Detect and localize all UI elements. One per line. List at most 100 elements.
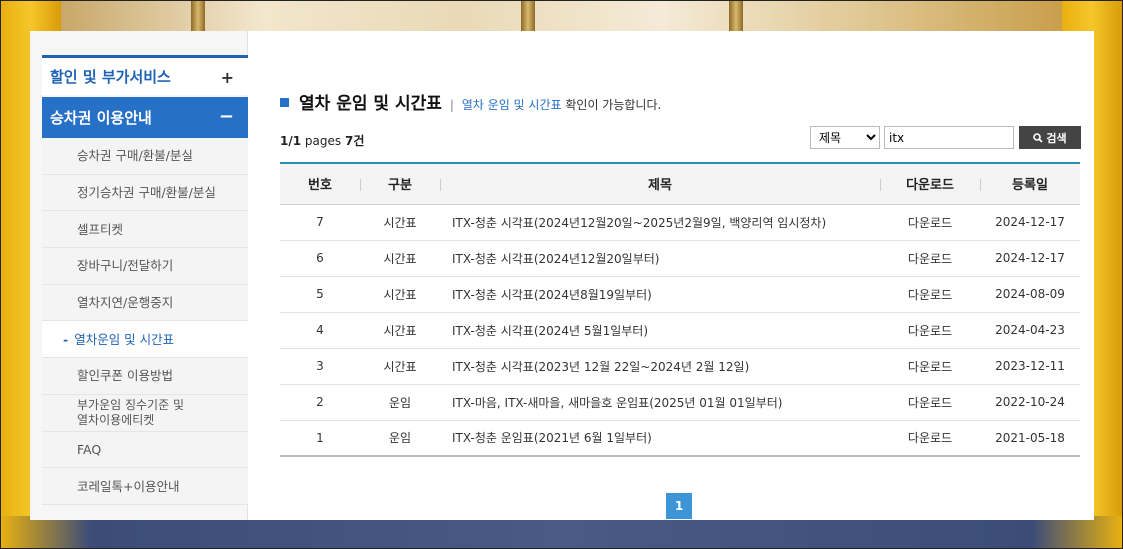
cell-type: 시간표 [360, 276, 440, 313]
table-row: 6 시간표 ITX-청춘 시각표(2024년12월20일부터) 다운로드 202… [280, 240, 1080, 277]
sidebar-sub-item-label: 승차권 구매/환불/분실 [77, 148, 193, 164]
main-content: 열차 운임 및 시간표 | 열차 운임 및 시간표 확인이 가능합니다. 1/1… [280, 31, 1081, 520]
header-download: 다운로드 [880, 163, 980, 205]
timetable-list: 번호 구분 제목 다운로드 등록일 7 시간표 ITX-청춘 시각표(2024년… [280, 162, 1080, 457]
cell-number: 6 [280, 240, 360, 277]
cell-number: 7 [280, 204, 360, 241]
header-number: 번호 [280, 163, 360, 205]
table-row: 3 시간표 ITX-청춘 시각표(2023년 12월 22일~2024년 2월 … [280, 348, 1080, 385]
sidebar-item-label: 승차권 이용안내 [50, 109, 152, 127]
search-input[interactable] [884, 126, 1014, 149]
search-icon [1033, 132, 1044, 143]
sidebar-sub-item-selected[interactable]: - 열차운임 및 시간표 [42, 321, 248, 359]
page-title: 열차 운임 및 시간표 [299, 94, 442, 114]
cell-title-link[interactable]: ITX-청춘 시각표(2023년 12월 22일~2024년 2월 12일) [440, 348, 880, 385]
description-separator: | [449, 98, 454, 112]
cell-title-link[interactable]: ITX-청춘 운임표(2021년 6월 1일부터) [440, 420, 880, 457]
cell-type: 운임 [360, 420, 440, 457]
sidebar: 할인 및 부가서비스 + 승차권 이용안내 − 승차권 구매/환불/분실 정기승… [30, 31, 248, 520]
background-floor [1, 516, 1122, 548]
sidebar-item-ticket-guide[interactable]: 승차권 이용안내 − [42, 97, 248, 138]
search-field-select[interactable]: 제목 [810, 126, 880, 149]
table-row: 4 시간표 ITX-청춘 시각표(2024년 5월1일부터) 다운로드 2024… [280, 312, 1080, 349]
search-button[interactable]: 검색 [1019, 126, 1081, 149]
cell-number: 3 [280, 348, 360, 385]
cell-date: 2024-04-23 [980, 312, 1080, 349]
sidebar-item-discount-services[interactable]: 할인 및 부가서비스 + [42, 55, 248, 95]
description-text: 확인이 가능합니다. [565, 98, 662, 112]
page-current: 1/1 [280, 134, 302, 148]
sidebar-sub-item[interactable]: 열차지연/운행중지 [42, 284, 248, 322]
selected-dash-icon: - [63, 331, 69, 347]
page-description: | 열차 운임 및 시간표 확인이 가능합니다. [450, 96, 661, 113]
download-link[interactable]: 다운로드 [880, 204, 980, 241]
collapse-minus-icon[interactable]: − [219, 106, 234, 127]
cell-title-link[interactable]: ITX-청춘 시각표(2024년12월20일~2025년2월9일, 백양리역 임… [440, 204, 880, 241]
table-row: 1 운임 ITX-청춘 운임표(2021년 6월 1일부터) 다운로드 2021… [280, 420, 1080, 457]
sidebar-sub-item[interactable]: FAQ [42, 431, 248, 469]
sidebar-sub-item-label: 할인쿠폰 이용방법 [77, 368, 173, 384]
sidebar-sub-item[interactable]: 부가운임 징수기준 및 열차이용에티켓 [42, 394, 248, 432]
sidebar-sub-item-label: 정기승차권 구매/환불/분실 [77, 185, 216, 201]
sidebar-sub-item-label: 코레일톡+이용안내 [77, 478, 180, 494]
cell-number: 1 [280, 420, 360, 457]
sidebar-sub-item-label: 부가운임 징수기준 및 열차이용에티켓 [77, 397, 184, 427]
sidebar-sub-item[interactable]: 장바구니/전달하기 [42, 248, 248, 285]
sidebar-sub-item-label: FAQ [77, 441, 102, 457]
sidebar-sub-item-label: 열차지연/운행중지 [77, 295, 174, 311]
cell-type: 시간표 [360, 312, 440, 349]
cell-date: 2021-05-18 [980, 420, 1080, 457]
page-word: pages [304, 134, 342, 148]
background-ceiling [61, 1, 1062, 33]
cell-date: 2024-08-09 [980, 276, 1080, 313]
table-row: 2 운임 ITX-마음, ITX-새마을, 새마을호 운임표(2025년 01월… [280, 384, 1080, 421]
cell-date: 2022-10-24 [980, 384, 1080, 421]
expand-plus-icon[interactable]: + [221, 68, 234, 87]
header-date: 등록일 [980, 163, 1080, 205]
sidebar-sub-item[interactable]: 승차권 구매/환불/분실 [42, 138, 248, 175]
sidebar-sub-item[interactable]: 정기승차권 구매/환불/분실 [42, 174, 248, 212]
download-link[interactable]: 다운로드 [880, 420, 980, 457]
cell-type: 시간표 [360, 204, 440, 241]
search-button-label: 검색 [1046, 131, 1067, 145]
title-square-icon [280, 98, 289, 107]
cell-number: 2 [280, 384, 360, 421]
cell-title-link[interactable]: ITX-청춘 시각표(2024년 5월1일부터) [440, 312, 880, 349]
sidebar-sub-item[interactable]: 셀프티켓 [42, 211, 248, 249]
background-pole [191, 1, 205, 35]
sidebar-item-label: 할인 및 부가서비스 [50, 68, 171, 86]
result-count: 7건 [344, 134, 365, 148]
sidebar-sub-item-label: 열차운임 및 시간표 [74, 331, 175, 347]
download-link[interactable]: 다운로드 [880, 312, 980, 349]
cell-date: 2024-12-17 [980, 240, 1080, 277]
cell-date: 2024-12-17 [980, 204, 1080, 241]
sidebar-sub-item[interactable]: 코레일톡+이용안내 [42, 468, 248, 505]
cell-title-link[interactable]: ITX-마음, ITX-새마을, 새마을호 운임표(2025년 01월 01일부… [440, 384, 880, 421]
header-type: 구분 [360, 163, 440, 205]
cell-number: 4 [280, 312, 360, 349]
header-title: 제목 [440, 163, 880, 205]
download-link[interactable]: 다운로드 [880, 276, 980, 313]
download-link[interactable]: 다운로드 [880, 348, 980, 385]
page-info: 1/1 pages 7건 [280, 132, 364, 149]
cell-type: 운임 [360, 384, 440, 421]
cell-number: 5 [280, 276, 360, 313]
sidebar-sub-item-label: 셀프티켓 [77, 221, 124, 237]
background-pole [729, 1, 743, 35]
cell-type: 시간표 [360, 348, 440, 385]
cell-type: 시간표 [360, 240, 440, 277]
cell-title-link[interactable]: ITX-청춘 시각표(2024년8월19일부터) [440, 276, 880, 313]
sidebar-sub-item[interactable]: 할인쿠폰 이용방법 [42, 358, 248, 395]
table-row: 5 시간표 ITX-청춘 시각표(2024년8월19일부터) 다운로드 2024… [280, 276, 1080, 313]
cell-date: 2023-12-11 [980, 348, 1080, 385]
table-header-row: 번호 구분 제목 다운로드 등록일 [280, 163, 1080, 205]
download-link[interactable]: 다운로드 [880, 240, 980, 277]
search-bar: 제목 검색 [810, 126, 1081, 149]
background-pole [521, 1, 535, 35]
sidebar-sub-menu: 승차권 구매/환불/분실 정기승차권 구매/환불/분실 셀프티켓 장바구니/전달… [42, 138, 248, 505]
cell-title-link[interactable]: ITX-청춘 시각표(2024년12월20일부터) [440, 240, 880, 277]
description-highlight: 열차 운임 및 시간표 [461, 98, 562, 112]
pagination-page-1[interactable]: 1 [666, 493, 692, 519]
download-link[interactable]: 다운로드 [880, 384, 980, 421]
table-row: 7 시간표 ITX-청춘 시각표(2024년12월20일~2025년2월9일, … [280, 204, 1080, 241]
